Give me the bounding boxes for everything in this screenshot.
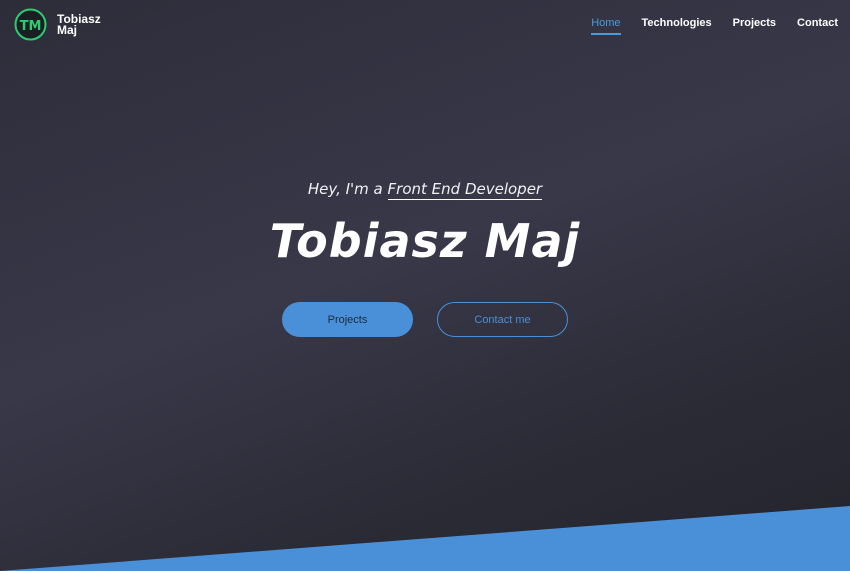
nav-item-projects[interactable]: Projects	[733, 17, 776, 29]
nav-menu: Home Technologies Projects Contact	[591, 17, 838, 35]
greeting-role: Front End Developer	[387, 180, 543, 200]
projects-button[interactable]: Projects	[282, 302, 413, 337]
nav-item-technologies[interactable]: Technologies	[642, 17, 712, 29]
hero-title: Tobiasz Maj	[269, 214, 581, 268]
greeting-prefix: Hey, I'm a	[307, 180, 383, 198]
brand-name-last: Maj	[57, 22, 78, 37]
bottom-accent-shape	[0, 506, 850, 571]
contact-me-button[interactable]: Contact me	[437, 302, 568, 337]
brand[interactable]: TM Tobiasz Maj	[14, 8, 101, 41]
tm-logo-icon[interactable]: TM	[14, 8, 47, 41]
nav-item-contact[interactable]: Contact	[797, 17, 838, 29]
nav-item-home[interactable]: Home	[591, 17, 621, 35]
brand-name[interactable]: Tobiasz Maj	[57, 13, 101, 37]
navbar: TM Tobiasz Maj Home Technologies Project…	[0, 0, 850, 48]
svg-text:TM: TM	[20, 19, 42, 34]
hero-greeting: Hey, I'm a Front End Developer	[0, 180, 850, 200]
